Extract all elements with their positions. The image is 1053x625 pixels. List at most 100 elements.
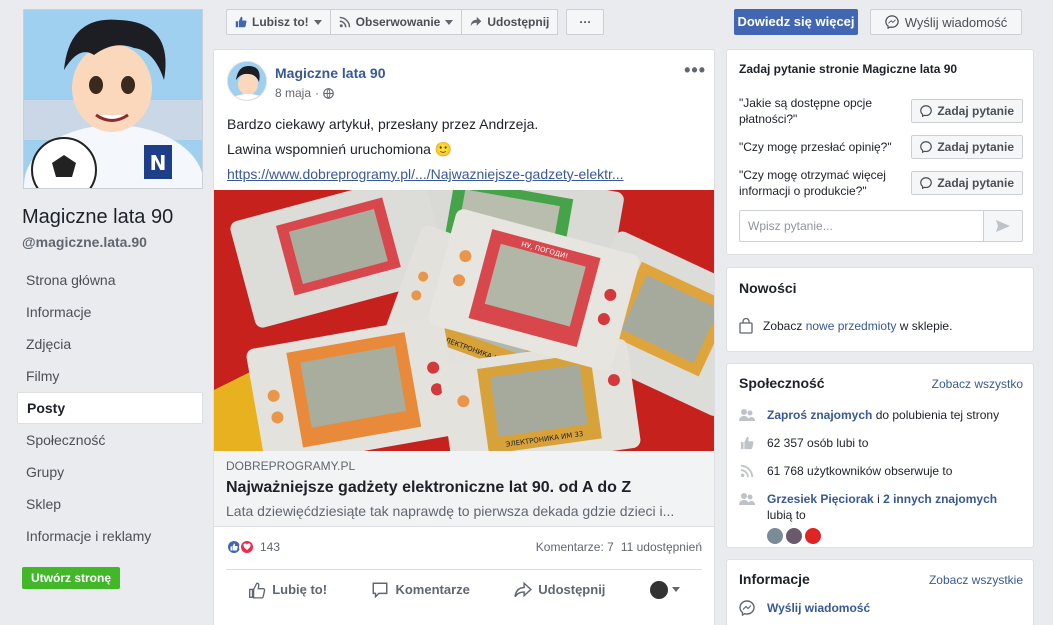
avatar[interactable] [786, 528, 802, 544]
suggested-question: "Jakie są dostępne opcje płatności?" [739, 96, 873, 126]
friend-name-link[interactable]: Grzesiek Pięciorak [767, 492, 874, 506]
post-like-button[interactable]: Lubię to! [248, 581, 327, 599]
ask-row: "Jakie są dostępne opcje płatności?" Zad… [739, 95, 1023, 127]
ask-question-card: Zadaj pytanie stronie Magiczne lata 90 "… [726, 49, 1034, 255]
post-card: Magiczne lata 90 8 maja · ••• Bardzo cie… [213, 49, 715, 625]
share-page-label: Udostępnij [487, 15, 550, 29]
ask-question-button[interactable]: Zadaj pytanie [911, 171, 1023, 195]
post-share-label: Udostępnij [538, 582, 606, 597]
shopping-bag-icon [739, 318, 753, 334]
send-question-button[interactable] [983, 210, 1023, 242]
follow-button[interactable]: Obserwowanie [329, 9, 463, 35]
post-comment-button[interactable]: Komentarze [371, 581, 470, 599]
ask-question-button[interactable]: Zadaj pytanie [911, 135, 1023, 159]
suggested-question: "Czy mogę otrzymać więcej informacji o p… [739, 168, 886, 198]
people-icon [739, 407, 755, 423]
nav-item-photos[interactable]: Zdjęcia [17, 328, 203, 360]
nav-item-info-and-ads[interactable]: Informacje i reklamy [17, 520, 203, 552]
ask-question-label: Zadaj pytanie [937, 104, 1014, 118]
page-action-bar: Lubisz to! Obserwowanie Udostępnij ··· [226, 9, 605, 35]
page-username[interactable]: @magiczne.lata.90 [22, 234, 147, 250]
community-see-all-link[interactable]: Zobacz wszystko [932, 377, 1023, 391]
post-date[interactable]: 8 maja [275, 86, 311, 100]
page-profile-picture[interactable]: N [23, 9, 203, 189]
nav-item-groups[interactable]: Grupy [17, 456, 203, 488]
new-items-link[interactable]: nowe przedmioty [806, 319, 897, 333]
ask-question-input[interactable] [739, 210, 983, 242]
engagement-counts: Komentarze: 7 11 udostępnień [536, 540, 702, 554]
link-title[interactable]: Najważniejsze gadżety elektroniczne lat … [226, 479, 702, 497]
post-author-name[interactable]: Magiczne lata 90 [275, 65, 386, 81]
share-page-button[interactable]: Udostępnij [461, 9, 559, 35]
info-see-all-link[interactable]: Zobacz wszystkie [929, 573, 1023, 587]
community-card-title: Społeczność [739, 375, 825, 391]
likes-count: 62 357 osób lubi to [767, 436, 869, 450]
post-text-line: Lawina wspomnień uruchomiona 🙂 [227, 141, 453, 157]
post-like-label: Lubię to! [272, 582, 328, 597]
post-options-button[interactable]: ••• [684, 60, 706, 81]
avatar [649, 580, 668, 599]
post-meta: 8 maja · [275, 86, 334, 100]
share-arrow-icon [514, 581, 533, 597]
friend-avatars [767, 528, 997, 544]
other-friends-link[interactable]: 2 innych znajomych [883, 492, 997, 506]
post-url-link[interactable]: https://www.dobreprogramy.pl/.../Najwazn… [227, 162, 624, 187]
ask-question-label: Zadaj pytanie [937, 140, 1014, 154]
news-item: Zobacz nowe przedmioty w sklepie. [739, 318, 952, 334]
rss-icon [339, 16, 350, 28]
create-page-button[interactable]: Utwórz stronę [22, 567, 120, 589]
comments-count[interactable]: Komentarze: 7 [536, 540, 614, 554]
news-post: w sklepie. [896, 319, 953, 333]
nav-item-posts[interactable]: Posty [17, 392, 203, 424]
community-card: Społeczność Zobacz wszystko Zaproś znajo… [726, 363, 1034, 548]
post-share-button[interactable]: Udostępnij [514, 581, 605, 599]
shares-count[interactable]: 11 udostępnień [621, 540, 702, 554]
post-author-avatar[interactable] [227, 61, 267, 101]
news-pre: Zobacz [763, 319, 806, 333]
news-card: Nowości Zobacz nowe przedmioty w sklepie… [726, 267, 1034, 352]
reaction-summary[interactable]: 143 [226, 539, 280, 555]
svg-text:N: N [150, 151, 167, 175]
messenger-icon [739, 600, 755, 616]
like-page-button[interactable]: Lubisz to! [226, 9, 331, 35]
meta-separator: · [315, 86, 320, 100]
info-send-message-label: Wyślij wiadomość [767, 601, 871, 615]
nav-item-about[interactable]: Informacje [17, 296, 203, 328]
community-card-header: Społeczność Zobacz wszystko [739, 375, 1023, 391]
messenger-icon [920, 105, 933, 117]
messenger-icon [885, 15, 899, 29]
thumbs-up-icon [739, 435, 755, 451]
people-icon [739, 491, 755, 507]
news-text: Zobacz nowe przedmioty w sklepie. [763, 319, 952, 333]
info-card-header: Informacje Zobacz wszystkie [739, 571, 1023, 587]
nav-item-community[interactable]: Społeczność [17, 424, 203, 456]
comment-icon [372, 582, 388, 599]
post-as-selector[interactable] [649, 580, 680, 599]
learn-more-button[interactable]: Dowiedz się więcej [734, 9, 858, 35]
post-text-line: Bardzo ciekawy artykuł, przesłany przez … [227, 116, 539, 132]
nav-item-shop[interactable]: Sklep [17, 488, 203, 520]
chevron-down-icon [313, 19, 322, 25]
link-preview-card[interactable]: DOBREPROGRAMY.PL Najważniejsze gadżety e… [214, 451, 714, 527]
link-preview-image[interactable]: ЭЛЕКТРОНИКА ИМ 02 ЭЛЕКТРОНИКА ИМ 33 НУ, … [214, 190, 714, 451]
ask-row: "Czy mogę przesłać opinię?" Zadaj pytani… [739, 135, 1023, 159]
avatar[interactable] [805, 528, 821, 544]
send-icon [996, 220, 1010, 232]
globe-icon[interactable] [323, 87, 334, 99]
friends-like-suffix: lubią to [767, 508, 806, 522]
chevron-down-icon [671, 587, 680, 592]
post-actions: Lubię to! Komentarze Udostępnij [226, 569, 702, 609]
friends-like-block: Grzesiek Pięciorak i 2 innych znajomych … [767, 491, 997, 544]
avatar[interactable] [767, 528, 783, 544]
thumbs-up-icon [249, 582, 266, 599]
info-send-message-row[interactable]: Wyślij wiadomość [739, 600, 870, 616]
send-message-button[interactable]: Wyślij wiadomość [870, 9, 1022, 35]
ask-input-group [739, 210, 1023, 242]
nav-item-home[interactable]: Strona główna [17, 264, 203, 296]
ask-question-button[interactable]: Zadaj pytanie [911, 99, 1023, 123]
invite-friends-link[interactable]: Zaproś znajomych [767, 408, 872, 422]
more-options-button[interactable]: ··· [566, 9, 605, 35]
messenger-icon [920, 177, 933, 189]
post-comment-label: Komentarze [395, 582, 470, 597]
nav-item-videos[interactable]: Filmy [17, 360, 203, 392]
